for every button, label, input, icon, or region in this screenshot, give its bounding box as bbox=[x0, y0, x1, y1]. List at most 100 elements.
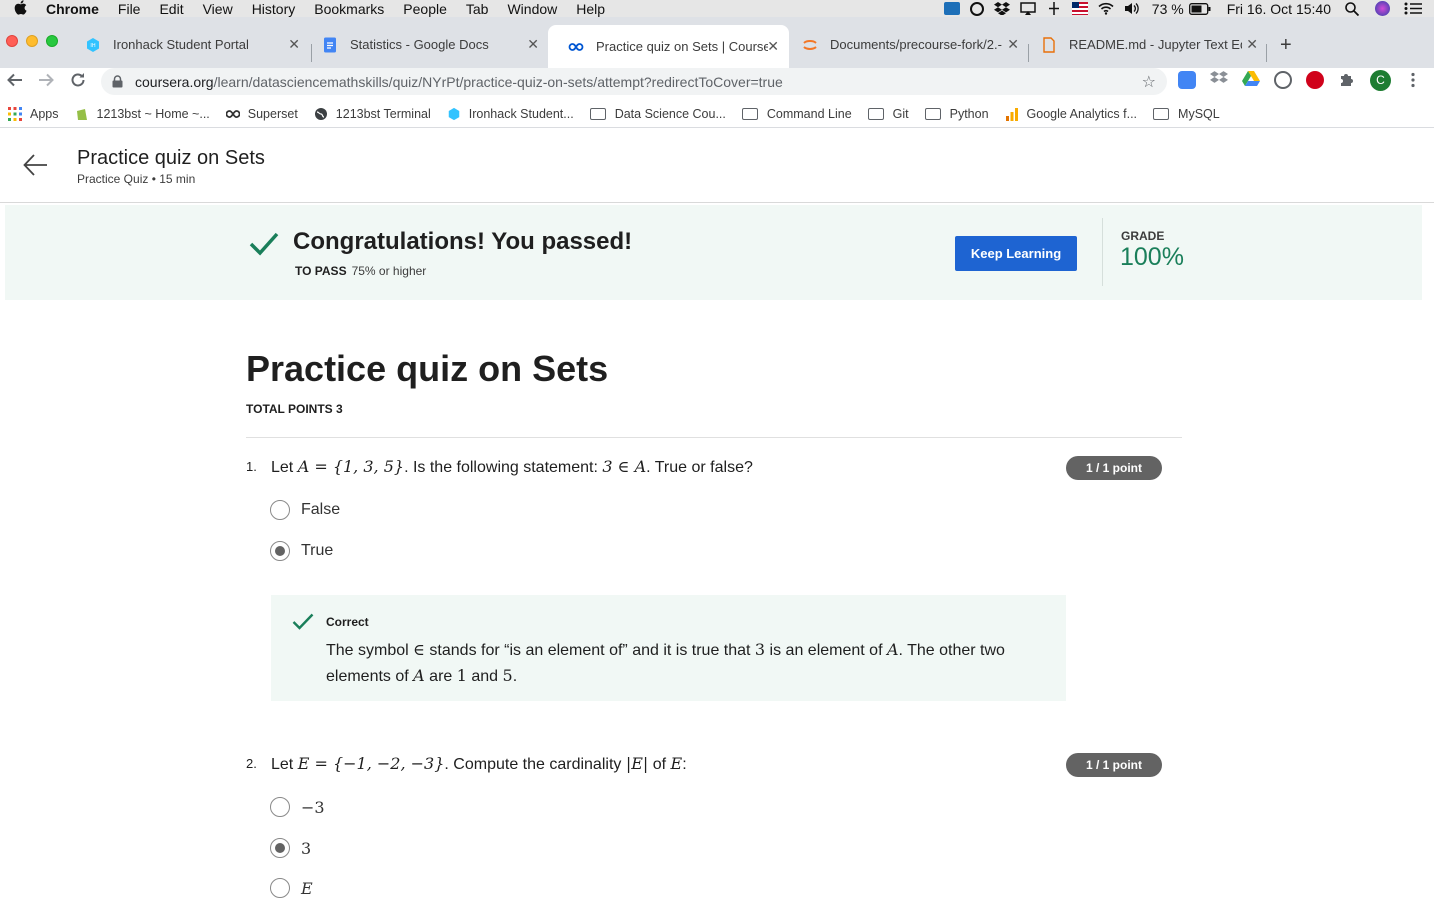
window-close-button[interactable] bbox=[6, 35, 18, 47]
keep-learning-button[interactable]: Keep Learning bbox=[955, 236, 1077, 271]
bookmarks-bar: Apps 1213bst ~ Home ~... Superset 1213bs… bbox=[0, 100, 1434, 128]
apple-menu-icon[interactable] bbox=[14, 0, 30, 18]
abp-extension-icon[interactable] bbox=[1306, 71, 1324, 89]
bookmark-folder-python[interactable]: Python bbox=[924, 107, 989, 121]
bookmark-star-icon[interactable]: ☆ bbox=[1142, 72, 1156, 92]
bookmark-google-analytics[interactable]: Google Analytics f... bbox=[1005, 107, 1137, 121]
menu-bookmarks[interactable]: Bookmarks bbox=[314, 1, 384, 17]
tab-readme-jupyter[interactable]: README.md - Jupyter Text Editor ✕ bbox=[1021, 27, 1268, 62]
menu-view[interactable]: View bbox=[203, 1, 233, 17]
spotlight-search-icon[interactable] bbox=[1345, 2, 1361, 17]
close-tab-icon[interactable]: ✕ bbox=[288, 36, 300, 53]
bookmark-folder-data-science[interactable]: Data Science Cou... bbox=[589, 107, 726, 121]
bookmark-folder-command-line[interactable]: Command Line bbox=[741, 107, 852, 121]
menu-history[interactable]: History bbox=[252, 1, 296, 17]
browser-menu-kebab-icon[interactable] bbox=[1404, 71, 1422, 89]
radio-button[interactable] bbox=[270, 797, 290, 817]
menu-app-name[interactable]: Chrome bbox=[46, 1, 99, 17]
close-tab-icon[interactable]: ✕ bbox=[1246, 36, 1258, 53]
bookmark-apps[interactable]: Apps bbox=[8, 106, 59, 121]
quiz-title: Practice quiz on Sets bbox=[246, 348, 609, 389]
pass-headline: Congratulations! You passed! bbox=[293, 228, 633, 255]
back-arrow-icon[interactable] bbox=[22, 151, 50, 179]
lock-icon[interactable] bbox=[112, 75, 123, 88]
answer-option-e[interactable]: E bbox=[270, 878, 313, 898]
profile-avatar[interactable]: C bbox=[1370, 70, 1391, 91]
url-host: coursera.org bbox=[135, 73, 214, 90]
menu-file[interactable]: File bbox=[118, 1, 141, 17]
tab-statistics-google-docs[interactable]: Statistics - Google Docs ✕ bbox=[302, 27, 549, 62]
answer-option-true[interactable]: True bbox=[270, 541, 333, 561]
bookmark-label: Apps bbox=[30, 106, 59, 121]
prompt-math: E = {−1, −2, −3} bbox=[297, 754, 445, 773]
bookmark-folder-git[interactable]: Git bbox=[867, 107, 909, 121]
tab-documents-precourse[interactable]: Documents/precourse-fork/2.- ✕ bbox=[782, 27, 1029, 62]
bookmark-superset[interactable]: Superset bbox=[225, 107, 298, 121]
close-tab-icon[interactable]: ✕ bbox=[527, 36, 539, 53]
menu-tab[interactable]: Tab bbox=[466, 1, 489, 17]
menubar-clock[interactable]: Fri 16. Oct 15:40 bbox=[1227, 1, 1331, 17]
radio-button-selected[interactable] bbox=[270, 838, 290, 858]
airplay-icon[interactable] bbox=[1020, 2, 1036, 15]
dashlane-icon[interactable] bbox=[943, 2, 960, 15]
answer-option-false[interactable]: False bbox=[270, 500, 340, 520]
page-content: Practice quiz on Sets Practice Quiz • 15… bbox=[0, 130, 1434, 898]
dropbox-extension-icon[interactable] bbox=[1210, 71, 1228, 89]
bookmark-1213bst-terminal[interactable]: 1213bst Terminal bbox=[314, 107, 431, 121]
question-prompt: Let E = {−1, −2, −3}. Compute the cardin… bbox=[271, 754, 687, 774]
input-flag-icon[interactable] bbox=[1071, 2, 1088, 15]
close-tab-icon[interactable]: ✕ bbox=[1007, 36, 1019, 53]
divider bbox=[1102, 218, 1103, 286]
feedback-math: 5 bbox=[502, 666, 513, 685]
menu-people[interactable]: People bbox=[403, 1, 447, 17]
reload-icon[interactable] bbox=[69, 71, 87, 94]
tab-practice-quiz-coursera[interactable]: Practice quiz on Sets | Coursera ✕ bbox=[548, 25, 789, 68]
back-icon[interactable] bbox=[6, 71, 24, 94]
network-status-icon[interactable] bbox=[1046, 2, 1062, 15]
volume-icon[interactable] bbox=[1124, 2, 1140, 15]
siri-icon[interactable] bbox=[1375, 1, 1390, 16]
window-zoom-button[interactable] bbox=[46, 35, 58, 47]
to-pass-label: TO PASS bbox=[295, 264, 347, 278]
menu-window[interactable]: Window bbox=[507, 1, 557, 17]
address-bar[interactable]: coursera.org/learn/datasciencemathskills… bbox=[101, 68, 1167, 95]
shopify-icon bbox=[76, 108, 87, 120]
google-drive-extension-icon[interactable] bbox=[1242, 71, 1260, 89]
grammar-extension-icon[interactable] bbox=[1274, 71, 1292, 89]
url-text[interactable]: coursera.org/learn/datasciencemathskills… bbox=[135, 74, 783, 90]
jupyter-favicon-icon bbox=[803, 39, 817, 50]
bookmark-label: MySQL bbox=[1178, 106, 1220, 121]
option-label: True bbox=[301, 542, 334, 559]
dropbox-icon[interactable] bbox=[993, 2, 1010, 16]
close-tab-icon[interactable]: ✕ bbox=[767, 38, 779, 55]
answer-option-minus-3[interactable]: −3 bbox=[270, 797, 325, 817]
feedback-math: ∈ bbox=[413, 640, 425, 659]
points-badge: 1 / 1 point bbox=[1066, 753, 1162, 777]
radio-button[interactable] bbox=[270, 500, 290, 520]
extensions-puzzle-icon[interactable] bbox=[1338, 71, 1356, 89]
bookmark-folder-mysql[interactable]: MySQL bbox=[1153, 107, 1220, 121]
radio-button-selected[interactable] bbox=[270, 541, 290, 561]
onepassword-icon[interactable] bbox=[969, 1, 984, 16]
menu-help[interactable]: Help bbox=[576, 1, 605, 17]
file-favicon-icon bbox=[1043, 36, 1055, 53]
battery-icon[interactable] bbox=[1188, 2, 1211, 15]
tab-ironhack-student-portal[interactable]: IH Ironhack Student Portal ✕ bbox=[65, 27, 310, 62]
forward-icon[interactable] bbox=[37, 71, 55, 94]
menu-edit[interactable]: Edit bbox=[159, 1, 183, 17]
globe-icon bbox=[314, 107, 327, 120]
wifi-icon[interactable] bbox=[1098, 2, 1114, 15]
ironhack-favicon-icon: IH bbox=[87, 37, 99, 52]
notification-center-icon[interactable] bbox=[1404, 2, 1422, 15]
window-minimize-button[interactable] bbox=[26, 35, 38, 47]
prompt-text: of bbox=[648, 756, 671, 773]
bookmark-label: 1213bst ~ Home ~... bbox=[96, 106, 210, 121]
new-tab-plus-icon[interactable]: + bbox=[1280, 34, 1292, 57]
radio-button[interactable] bbox=[270, 878, 290, 898]
bookmark-1213bst-home[interactable]: 1213bst ~ Home ~... bbox=[75, 107, 210, 121]
google-translate-extension-icon[interactable] bbox=[1178, 71, 1196, 89]
bookmark-ironhack-student[interactable]: Ironhack Student... bbox=[447, 107, 574, 121]
url-path: /learn/datasciencemathskills/quiz/NYrPt/… bbox=[213, 73, 783, 90]
question-prompt: Let A = {1, 3, 5}. Is the following stat… bbox=[271, 457, 753, 477]
answer-option-3[interactable]: 3 bbox=[270, 838, 311, 858]
